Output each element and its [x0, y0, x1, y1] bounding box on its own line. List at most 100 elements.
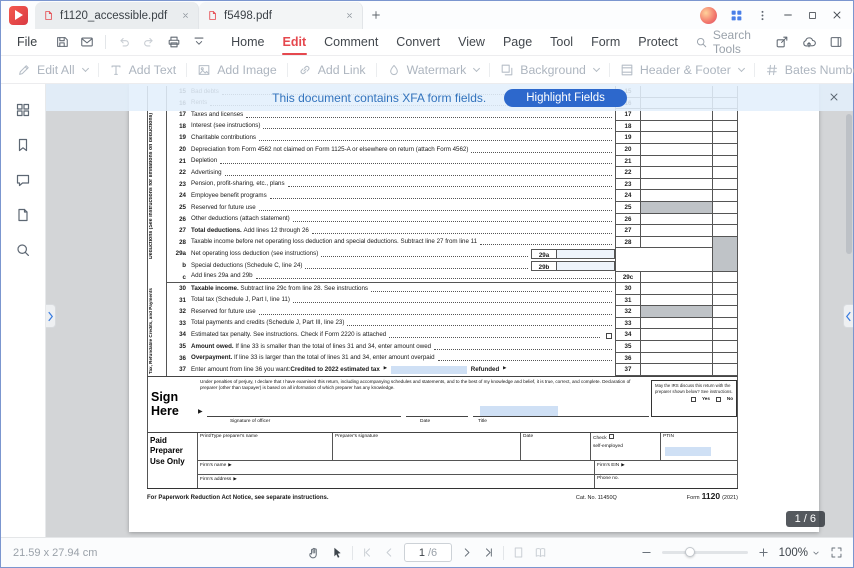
page-icon[interactable]	[15, 207, 31, 223]
amount-field[interactable]	[641, 364, 713, 376]
irs-no-checkbox[interactable]	[715, 396, 721, 402]
page-number-input[interactable]: 1 /6	[404, 543, 452, 562]
preparer-date-cell[interactable]: Date	[520, 433, 590, 461]
watermark-button[interactable]: Watermark	[377, 63, 490, 77]
menu-home[interactable]: Home	[222, 29, 273, 55]
amount-field[interactable]	[641, 190, 713, 202]
amount-field[interactable]	[641, 143, 713, 156]
first-page-icon[interactable]	[361, 546, 374, 559]
menu-tool[interactable]: Tool	[541, 29, 582, 55]
zoom-slider[interactable]	[661, 547, 748, 557]
amount-field[interactable]	[641, 120, 713, 133]
credited-amount-field[interactable]	[391, 365, 468, 374]
avatar[interactable]	[700, 6, 717, 24]
save-icon[interactable]	[55, 35, 69, 49]
amount-field[interactable]	[641, 341, 713, 353]
menu-form[interactable]: Form	[582, 29, 629, 55]
minimize-button[interactable]	[782, 9, 794, 21]
left-panel-handle[interactable]	[46, 304, 56, 328]
menu-convert[interactable]: Convert	[387, 29, 449, 55]
right-panel-handle[interactable]	[843, 304, 853, 328]
title-form-field[interactable]	[480, 406, 558, 416]
tab-close-icon[interactable]	[181, 11, 190, 20]
print-icon[interactable]	[167, 35, 181, 49]
tab-close-icon[interactable]	[345, 11, 354, 20]
header-footer-button[interactable]: Header & Footer	[610, 63, 754, 77]
firm-address-cell[interactable]: Firm's address	[198, 475, 594, 488]
amount-field[interactable]	[641, 132, 713, 144]
zoom-in-button[interactable]	[757, 546, 770, 559]
amount-field[interactable]	[641, 259, 713, 272]
amount-field[interactable]	[641, 178, 713, 191]
add-image-button[interactable]: Add Image	[187, 63, 286, 77]
book-view-icon[interactable]	[534, 546, 547, 559]
redo-icon[interactable]	[142, 35, 156, 49]
close-button[interactable]	[831, 9, 843, 21]
amount-field[interactable]	[641, 167, 713, 179]
maximize-button[interactable]	[807, 10, 818, 21]
amount-field[interactable]	[641, 225, 713, 237]
search-tools-button[interactable]: Search Tools	[687, 28, 769, 56]
menu-view[interactable]: View	[449, 29, 494, 55]
add-text-button[interactable]: Add Text	[99, 63, 187, 77]
prev-page-icon[interactable]	[383, 546, 396, 559]
amount-field[interactable]	[641, 155, 713, 168]
preparer-name-cell[interactable]: Print/Type preparer's name	[198, 433, 332, 460]
new-tab-button[interactable]	[363, 2, 389, 29]
zoom-level-dropdown[interactable]: 100%	[779, 547, 821, 559]
thumbnails-icon[interactable]	[15, 102, 31, 118]
form-2220-checkbox[interactable]	[606, 333, 612, 340]
sign-date-line[interactable]	[406, 391, 468, 417]
collapse-toolbar-icon[interactable]	[192, 35, 206, 49]
firm-ein-cell[interactable]: Firm's EIN	[594, 461, 737, 475]
app-logo-icon[interactable]	[9, 5, 28, 25]
edit-all-button[interactable]: Edit All	[7, 63, 98, 77]
tab-f1120_accessible.pdf[interactable]: f1120_accessible.pdf	[35, 2, 199, 29]
notification-close-icon[interactable]	[828, 91, 840, 103]
document-viewport[interactable]: Deductions (See instructions for limitat…	[46, 84, 853, 537]
more-menu-icon[interactable]	[756, 9, 769, 22]
mail-icon[interactable]	[80, 35, 94, 49]
officer-signature-line[interactable]	[207, 391, 401, 417]
amount-field[interactable]	[641, 317, 713, 330]
scrollbar-thumb[interactable]	[846, 114, 852, 254]
fit-page-button[interactable]	[830, 546, 843, 559]
phone-cell[interactable]: Phone no.	[594, 475, 737, 489]
menu-comment[interactable]: Comment	[315, 29, 387, 55]
amount-field[interactable]	[641, 306, 713, 318]
comments-icon[interactable]	[15, 172, 31, 188]
firm-name-cell[interactable]: Firm's name	[198, 461, 594, 474]
amount-field[interactable]	[641, 236, 713, 249]
bookmarks-icon[interactable]	[15, 137, 31, 153]
highlight-fields-button[interactable]: Highlight Fields	[504, 88, 627, 107]
bates-number-button[interactable]: Bates Number	[755, 63, 854, 77]
amount-field[interactable]	[641, 352, 713, 365]
undo-icon[interactable]	[117, 35, 131, 49]
menu-edit[interactable]: Edit	[274, 29, 316, 55]
hand-icon[interactable]	[307, 546, 321, 560]
menu-protect[interactable]: Protect	[629, 29, 687, 55]
cloud-upload-icon[interactable]	[802, 35, 816, 49]
select-cursor-icon[interactable]	[330, 546, 344, 560]
amount-field[interactable]	[641, 329, 713, 342]
line-29a-field[interactable]	[557, 248, 615, 259]
amount-field[interactable]	[641, 213, 713, 226]
irs-yes-checkbox[interactable]	[690, 396, 696, 402]
preparer-signature-cell[interactable]: Preparer's signature	[332, 433, 520, 461]
amount-field[interactable]	[641, 201, 713, 214]
amount-field[interactable]	[641, 271, 713, 284]
search-pages-icon[interactable]	[15, 242, 31, 258]
self-employed-checkbox[interactable]	[608, 434, 614, 439]
line-29b-field[interactable]	[557, 260, 615, 271]
background-button[interactable]: Background	[490, 63, 609, 77]
apps-grid-icon[interactable]	[730, 9, 743, 22]
last-page-icon[interactable]	[482, 546, 495, 559]
share-icon[interactable]	[775, 35, 789, 49]
amount-field[interactable]	[641, 294, 713, 307]
amount-field[interactable]	[641, 283, 713, 295]
ptin-form-field[interactable]	[665, 447, 711, 457]
single-page-icon[interactable]	[512, 546, 525, 559]
menu-file[interactable]: File	[9, 35, 49, 49]
zoom-out-button[interactable]	[640, 546, 653, 559]
amount-field[interactable]	[641, 248, 713, 260]
